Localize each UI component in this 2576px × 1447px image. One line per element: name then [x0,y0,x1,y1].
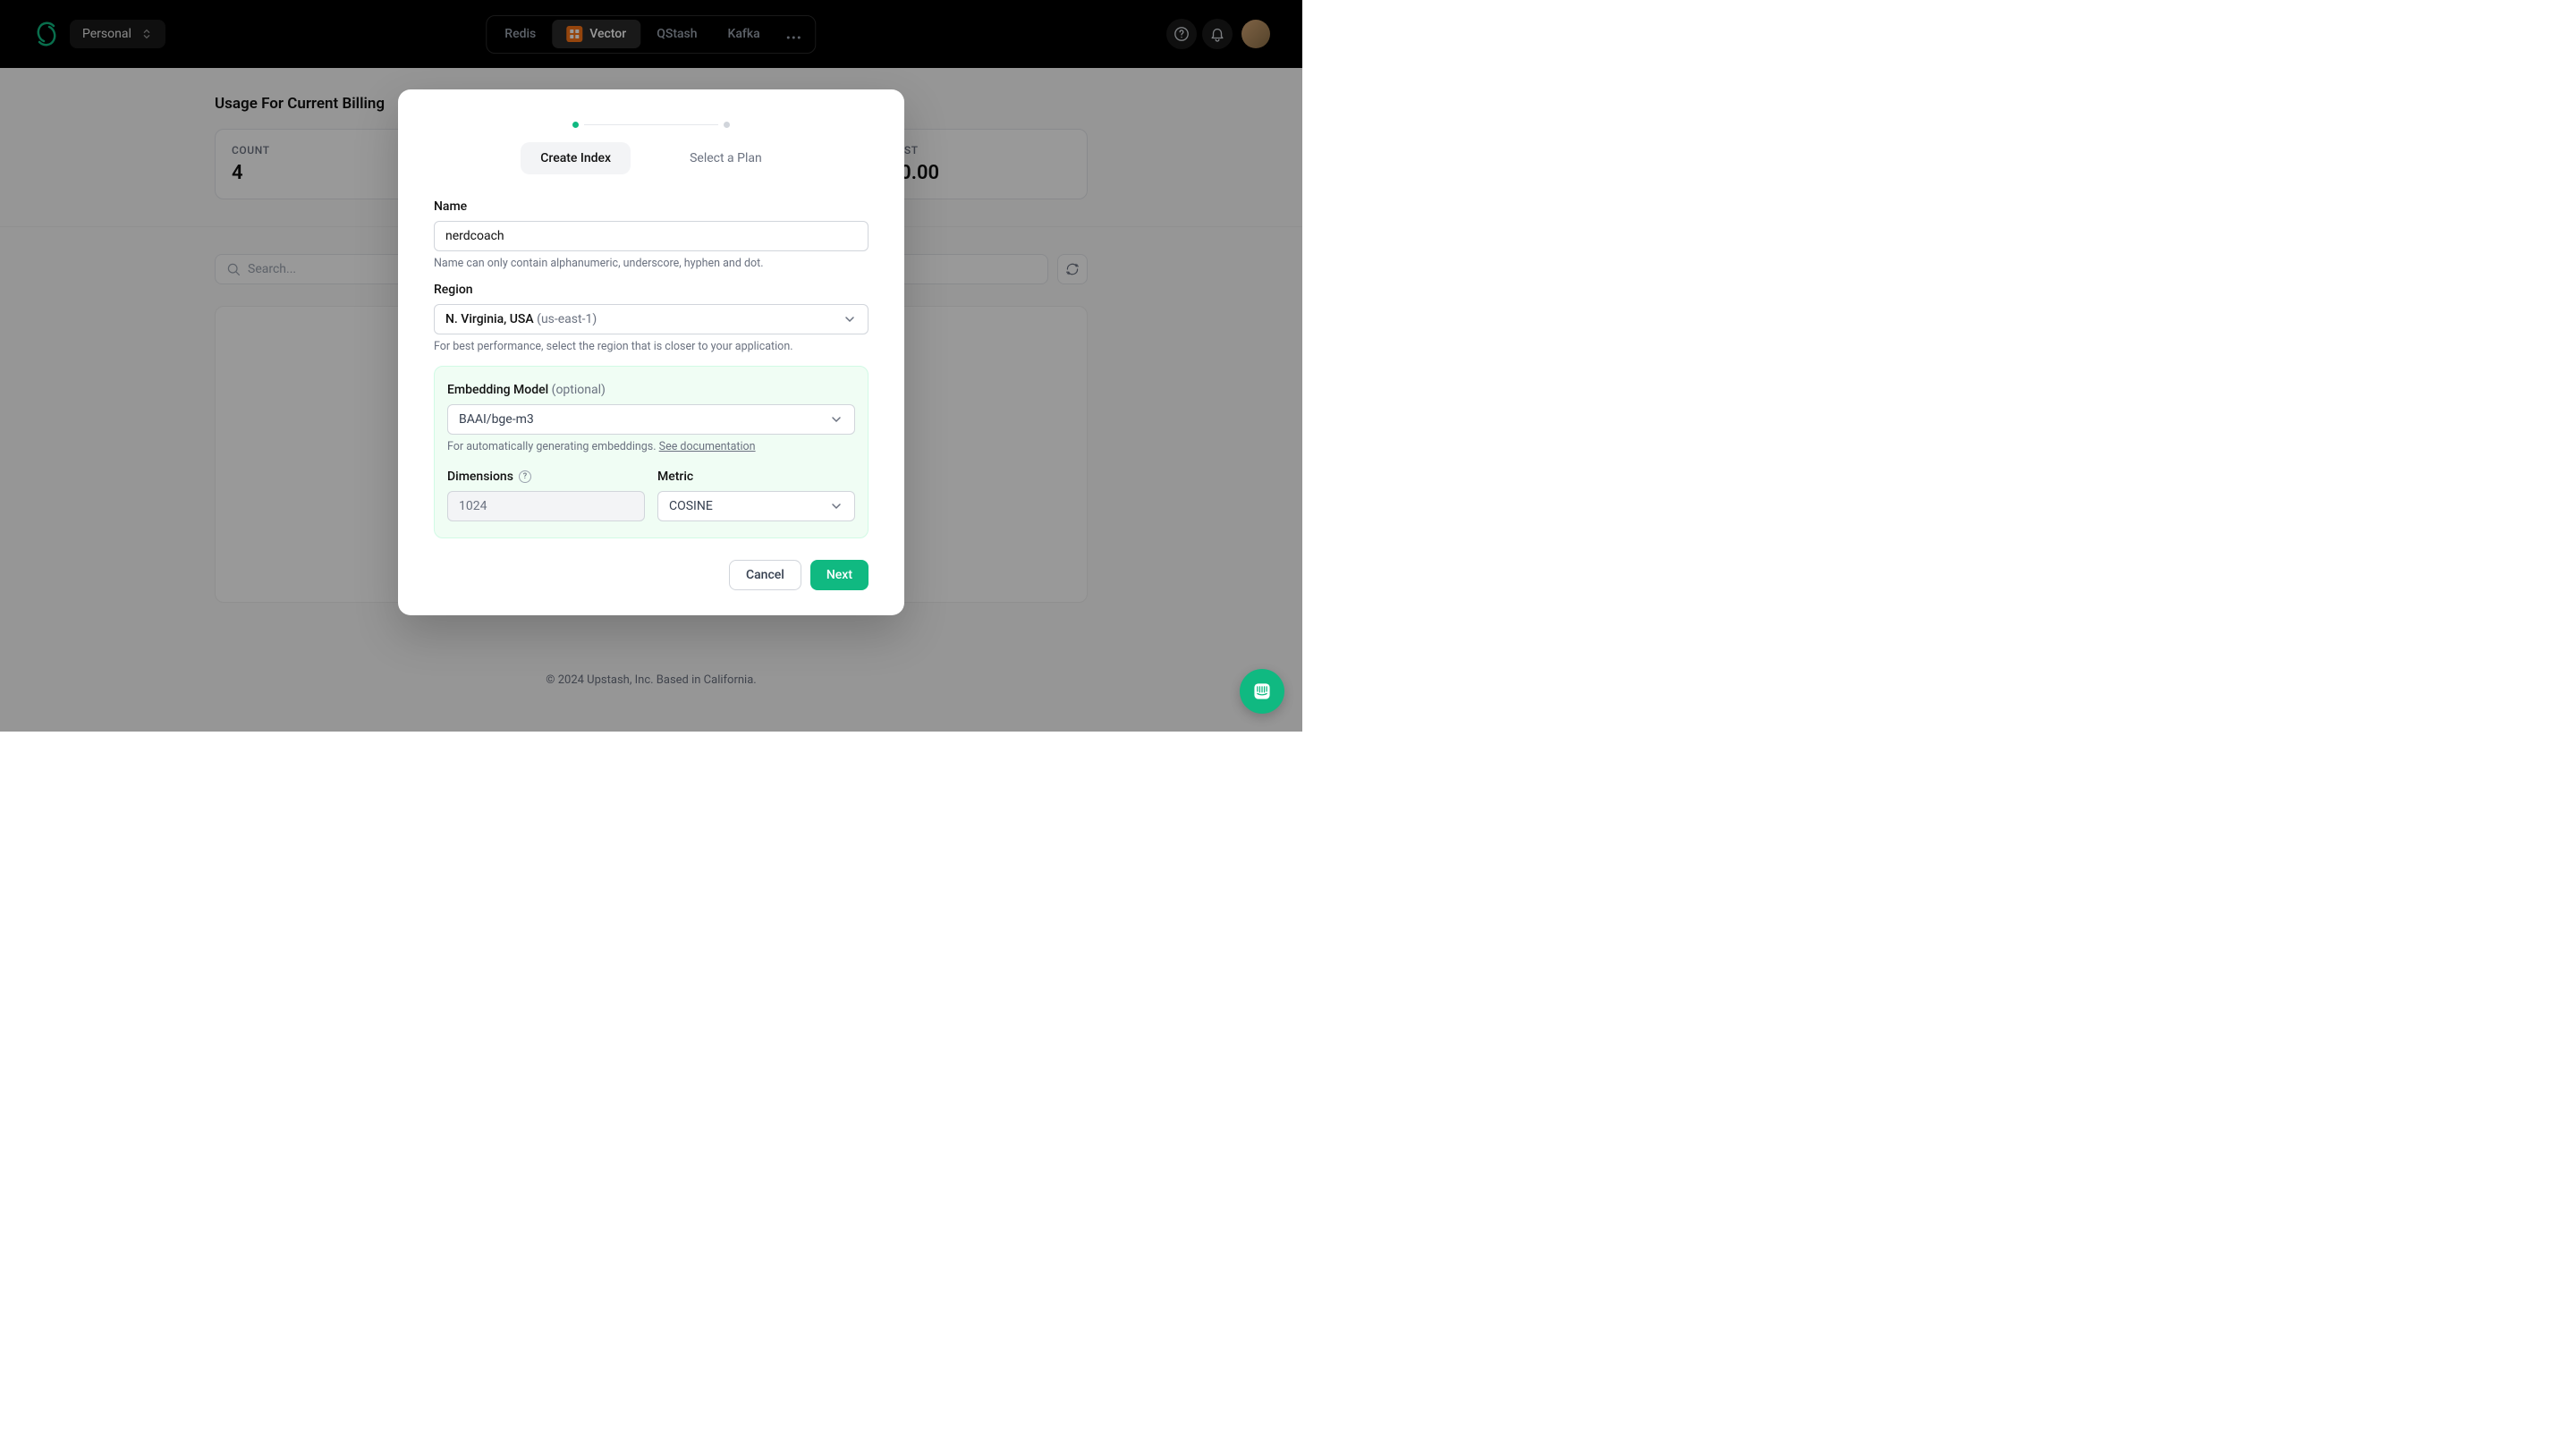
step-dot-1 [572,122,579,128]
metric-select[interactable]: COSINE [657,491,855,521]
modal-actions: Cancel Next [434,560,869,590]
dimensions-label: Dimensions ? [447,470,645,484]
cancel-button[interactable]: Cancel [729,560,801,590]
step-dot-2 [724,122,730,128]
dimensions-input [447,491,645,521]
chevron-down-icon [829,499,843,513]
embedding-select[interactable]: BAAI/bge-m3 [447,404,855,435]
step-create-index[interactable]: Create Index [521,142,631,174]
embedding-doc-link[interactable]: See documentation [659,440,756,453]
embed-row: Dimensions ? Metric COSINE [447,470,855,521]
region-helper: For best performance, select the region … [434,340,869,353]
region-label: Region [434,283,869,297]
metric-field: Metric COSINE [657,470,855,521]
modal-overlay[interactable]: Create Index Select a Plan Name Name can… [0,0,1302,732]
name-label: Name [434,199,869,214]
name-input[interactable] [434,221,869,251]
step-labels: Create Index Select a Plan [434,142,869,174]
embedding-field: Embedding Model (optional) BAAI/bge-m3 F… [447,383,855,453]
name-field: Name Name can only contain alphanumeric,… [434,199,869,270]
intercom-icon [1251,681,1273,702]
next-button[interactable]: Next [810,560,869,590]
step-line [584,124,718,125]
chevron-down-icon [843,312,857,326]
metric-label: Metric [657,470,855,484]
create-index-modal: Create Index Select a Plan Name Name can… [398,89,904,615]
stepper-dots [434,122,869,128]
region-field: Region N. Virginia, USA (us-east-1) For … [434,283,869,353]
region-select[interactable]: N. Virginia, USA (us-east-1) [434,304,869,334]
name-helper: Name can only contain alphanumeric, unde… [434,257,869,270]
dimensions-field: Dimensions ? [447,470,645,521]
intercom-launcher[interactable] [1240,669,1284,714]
embedding-box: Embedding Model (optional) BAAI/bge-m3 F… [434,366,869,538]
chevron-down-icon [829,412,843,427]
help-icon[interactable]: ? [519,470,531,483]
embedding-helper: For automatically generating embeddings.… [447,440,855,453]
embedding-label: Embedding Model (optional) [447,383,855,397]
step-select-plan[interactable]: Select a Plan [670,142,782,174]
